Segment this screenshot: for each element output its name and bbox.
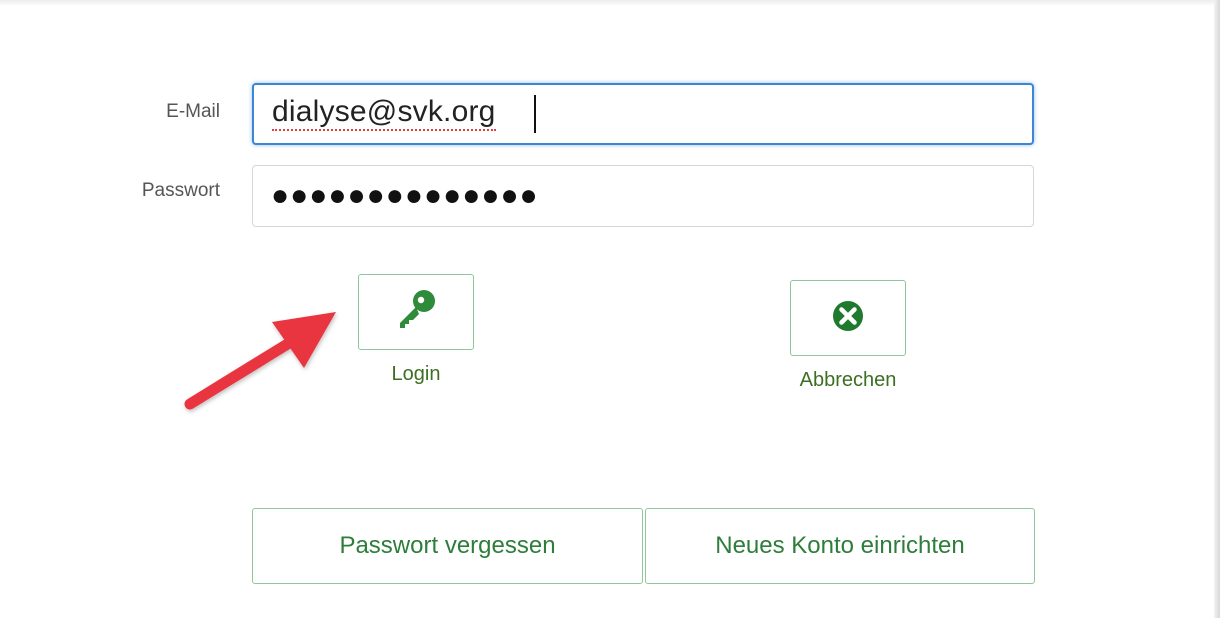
email-value: dialyse@svk.org bbox=[272, 95, 496, 131]
cancel-button[interactable] bbox=[790, 280, 906, 356]
email-label: E-Mail bbox=[166, 101, 220, 122]
password-value: ●●●●●●●●●●●●●● bbox=[271, 179, 539, 212]
annotation-arrow-icon bbox=[184, 312, 336, 410]
login-label: Login bbox=[391, 363, 441, 385]
login-button[interactable] bbox=[358, 274, 474, 350]
cancel-label: Abbrechen bbox=[799, 369, 897, 391]
login-page: E-Mail dialyse@svk.org Passwort ●●●●●●●●… bbox=[0, 0, 1220, 618]
text-caret bbox=[534, 95, 536, 133]
top-edge bbox=[0, 0, 1214, 6]
password-label: Passwort bbox=[141, 180, 220, 201]
forgot-password-button[interactable]: Passwort vergessen bbox=[252, 508, 643, 584]
close-circle-icon bbox=[828, 296, 868, 341]
password-field[interactable]: ●●●●●●●●●●●●●● bbox=[252, 165, 1034, 227]
key-icon bbox=[392, 286, 440, 339]
window-edge bbox=[1214, 0, 1220, 618]
email-field[interactable]: dialyse@svk.org bbox=[252, 83, 1034, 145]
new-account-button[interactable]: Neues Konto einrichten bbox=[645, 508, 1035, 584]
